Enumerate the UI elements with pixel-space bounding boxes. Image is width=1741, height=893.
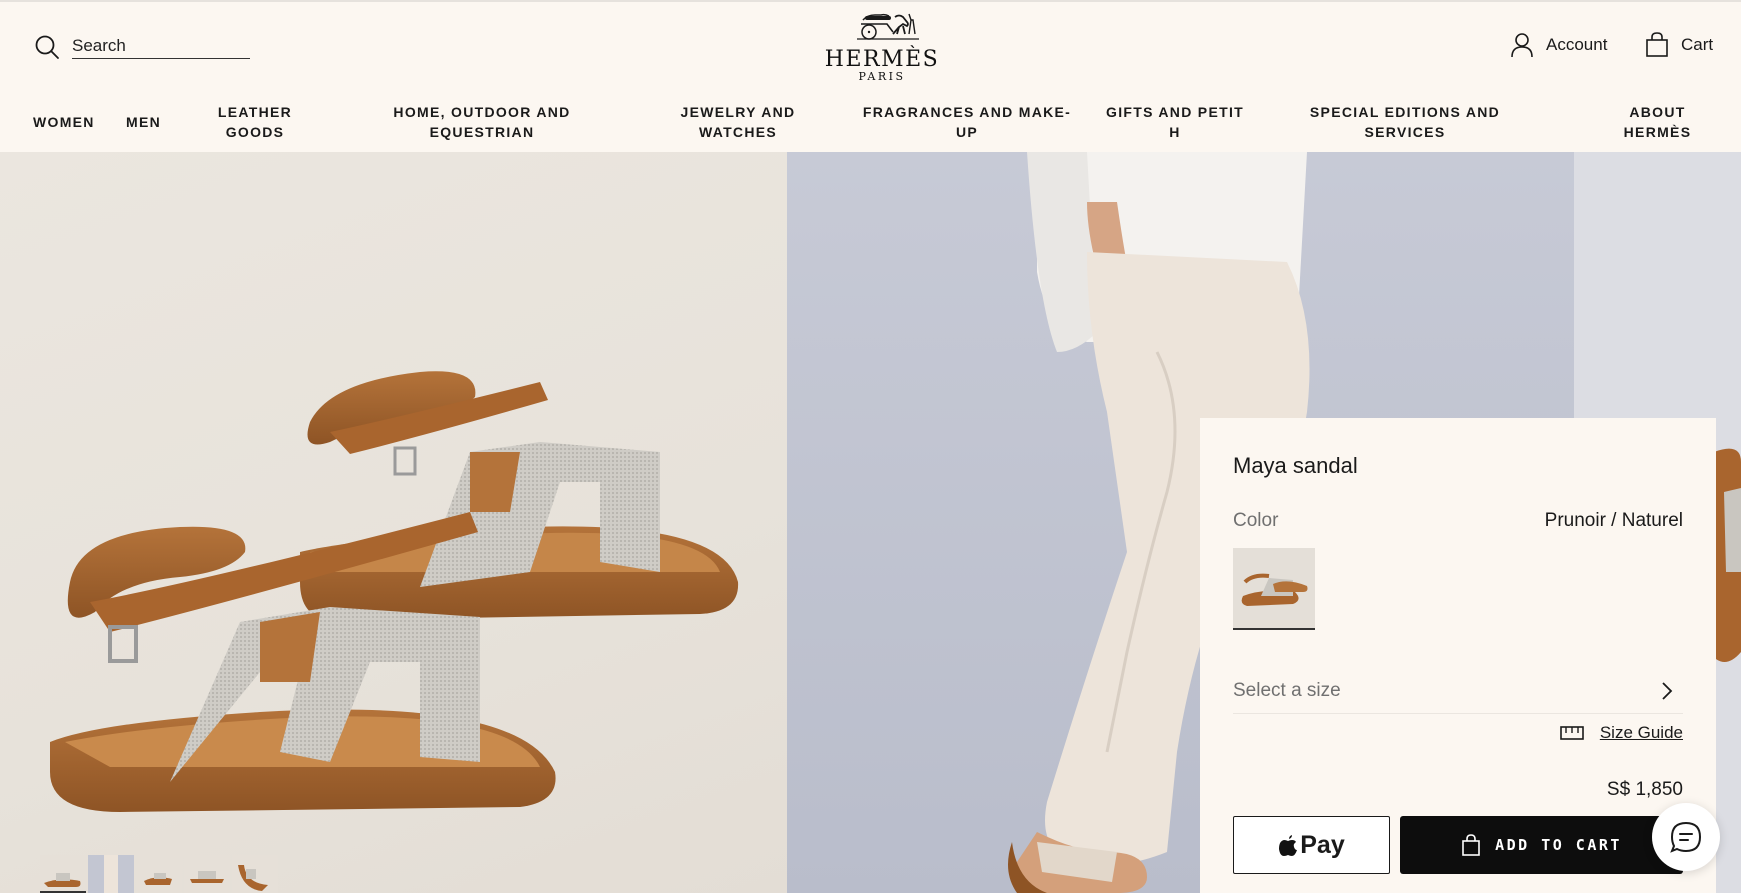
nav-item-home-outdoor[interactable]: HOME, OUTDOOR AND EQUESTRIAN bbox=[382, 102, 582, 142]
gallery-thumbnail[interactable] bbox=[88, 855, 134, 893]
nav-item-about[interactable]: ABOUT HERMÈS bbox=[1600, 102, 1715, 142]
sandals-illustration bbox=[50, 371, 739, 812]
apple-pay-button[interactable]: Pay bbox=[1233, 816, 1390, 874]
logo-wordmark: HERMÈS bbox=[824, 47, 940, 72]
gallery-thumbnail[interactable] bbox=[40, 855, 86, 893]
thumbnail-sandal-icon bbox=[190, 871, 224, 883]
size-placeholder: Select a size bbox=[1233, 679, 1341, 701]
site-header: Search HERMÈS PARIS Account Cart WOMEN M… bbox=[0, 0, 1741, 152]
cart-link[interactable]: Cart bbox=[1645, 32, 1713, 58]
size-selector[interactable]: Select a size bbox=[1233, 668, 1683, 714]
nav-item-leather-goods[interactable]: LEATHER GOODS bbox=[205, 102, 305, 142]
color-value: Prunoir / Naturel bbox=[1544, 510, 1683, 531]
hermes-logo[interactable]: HERMÈS PARIS bbox=[820, 12, 944, 83]
gallery-thumbnail[interactable] bbox=[184, 855, 230, 893]
color-swatch-image bbox=[1241, 573, 1308, 606]
color-swatch[interactable] bbox=[1233, 548, 1315, 630]
search-bar[interactable]: Search bbox=[34, 34, 250, 60]
chat-icon bbox=[1670, 821, 1702, 853]
apple-icon bbox=[1279, 835, 1298, 856]
product-title: Maya sandal bbox=[1233, 453, 1358, 478]
thumbnail-sandal-icon bbox=[144, 873, 172, 885]
thumbnail-sandal-icon bbox=[44, 873, 81, 887]
apple-pay-label: Pay bbox=[1300, 830, 1345, 859]
bag-icon bbox=[1462, 834, 1480, 856]
add-to-cart-button[interactable]: ADD TO CART bbox=[1400, 816, 1683, 874]
product-price: S$ 1,850 bbox=[1606, 779, 1683, 800]
user-icon bbox=[1511, 33, 1533, 58]
ruler-icon bbox=[1560, 726, 1584, 740]
search-input[interactable]: Search bbox=[72, 36, 250, 59]
product-image-main[interactable] bbox=[0, 152, 787, 893]
account-link[interactable]: Account bbox=[1510, 32, 1607, 58]
nav-item-gifts[interactable]: GIFTS AND PETIT H bbox=[1100, 102, 1250, 142]
gallery-thumbnail[interactable] bbox=[232, 855, 278, 893]
chat-button[interactable] bbox=[1652, 803, 1720, 871]
thumbnail-model-icon bbox=[104, 855, 118, 893]
carriage-logo-icon bbox=[857, 13, 919, 40]
color-label: Color bbox=[1233, 510, 1279, 531]
nav-item-men[interactable]: MEN bbox=[126, 112, 161, 132]
thumbnail-sandal-icon bbox=[238, 865, 268, 891]
gallery-thumbnail[interactable] bbox=[136, 855, 182, 893]
size-guide-label: Size Guide bbox=[1599, 723, 1683, 742]
account-label: Account bbox=[1546, 35, 1608, 54]
add-to-cart-label: ADD TO CART bbox=[1495, 836, 1622, 854]
nav-item-fragrances[interactable]: FRAGRANCES AND MAKE- UP bbox=[862, 102, 1072, 142]
cart-label: Cart bbox=[1681, 35, 1714, 54]
chevron-right-icon bbox=[1662, 681, 1673, 700]
shopping-bag-icon bbox=[1646, 32, 1668, 57]
main-navigation: WOMEN MEN LEATHER GOODS HOME, OUTDOOR AN… bbox=[0, 102, 1741, 148]
size-guide-link[interactable]: Size Guide bbox=[1560, 723, 1683, 743]
nav-item-special-editions[interactable]: SPECIAL EDITIONS AND SERVICES bbox=[1300, 102, 1510, 142]
product-panel: Maya sandal Color Prunoir / Naturel Sele… bbox=[1200, 418, 1716, 893]
search-icon bbox=[35, 35, 59, 59]
gallery-thumbnails bbox=[40, 855, 278, 893]
nav-item-women[interactable]: WOMEN bbox=[33, 112, 95, 132]
nav-item-jewelry-watches[interactable]: JEWELRY AND WATCHES bbox=[663, 102, 813, 142]
